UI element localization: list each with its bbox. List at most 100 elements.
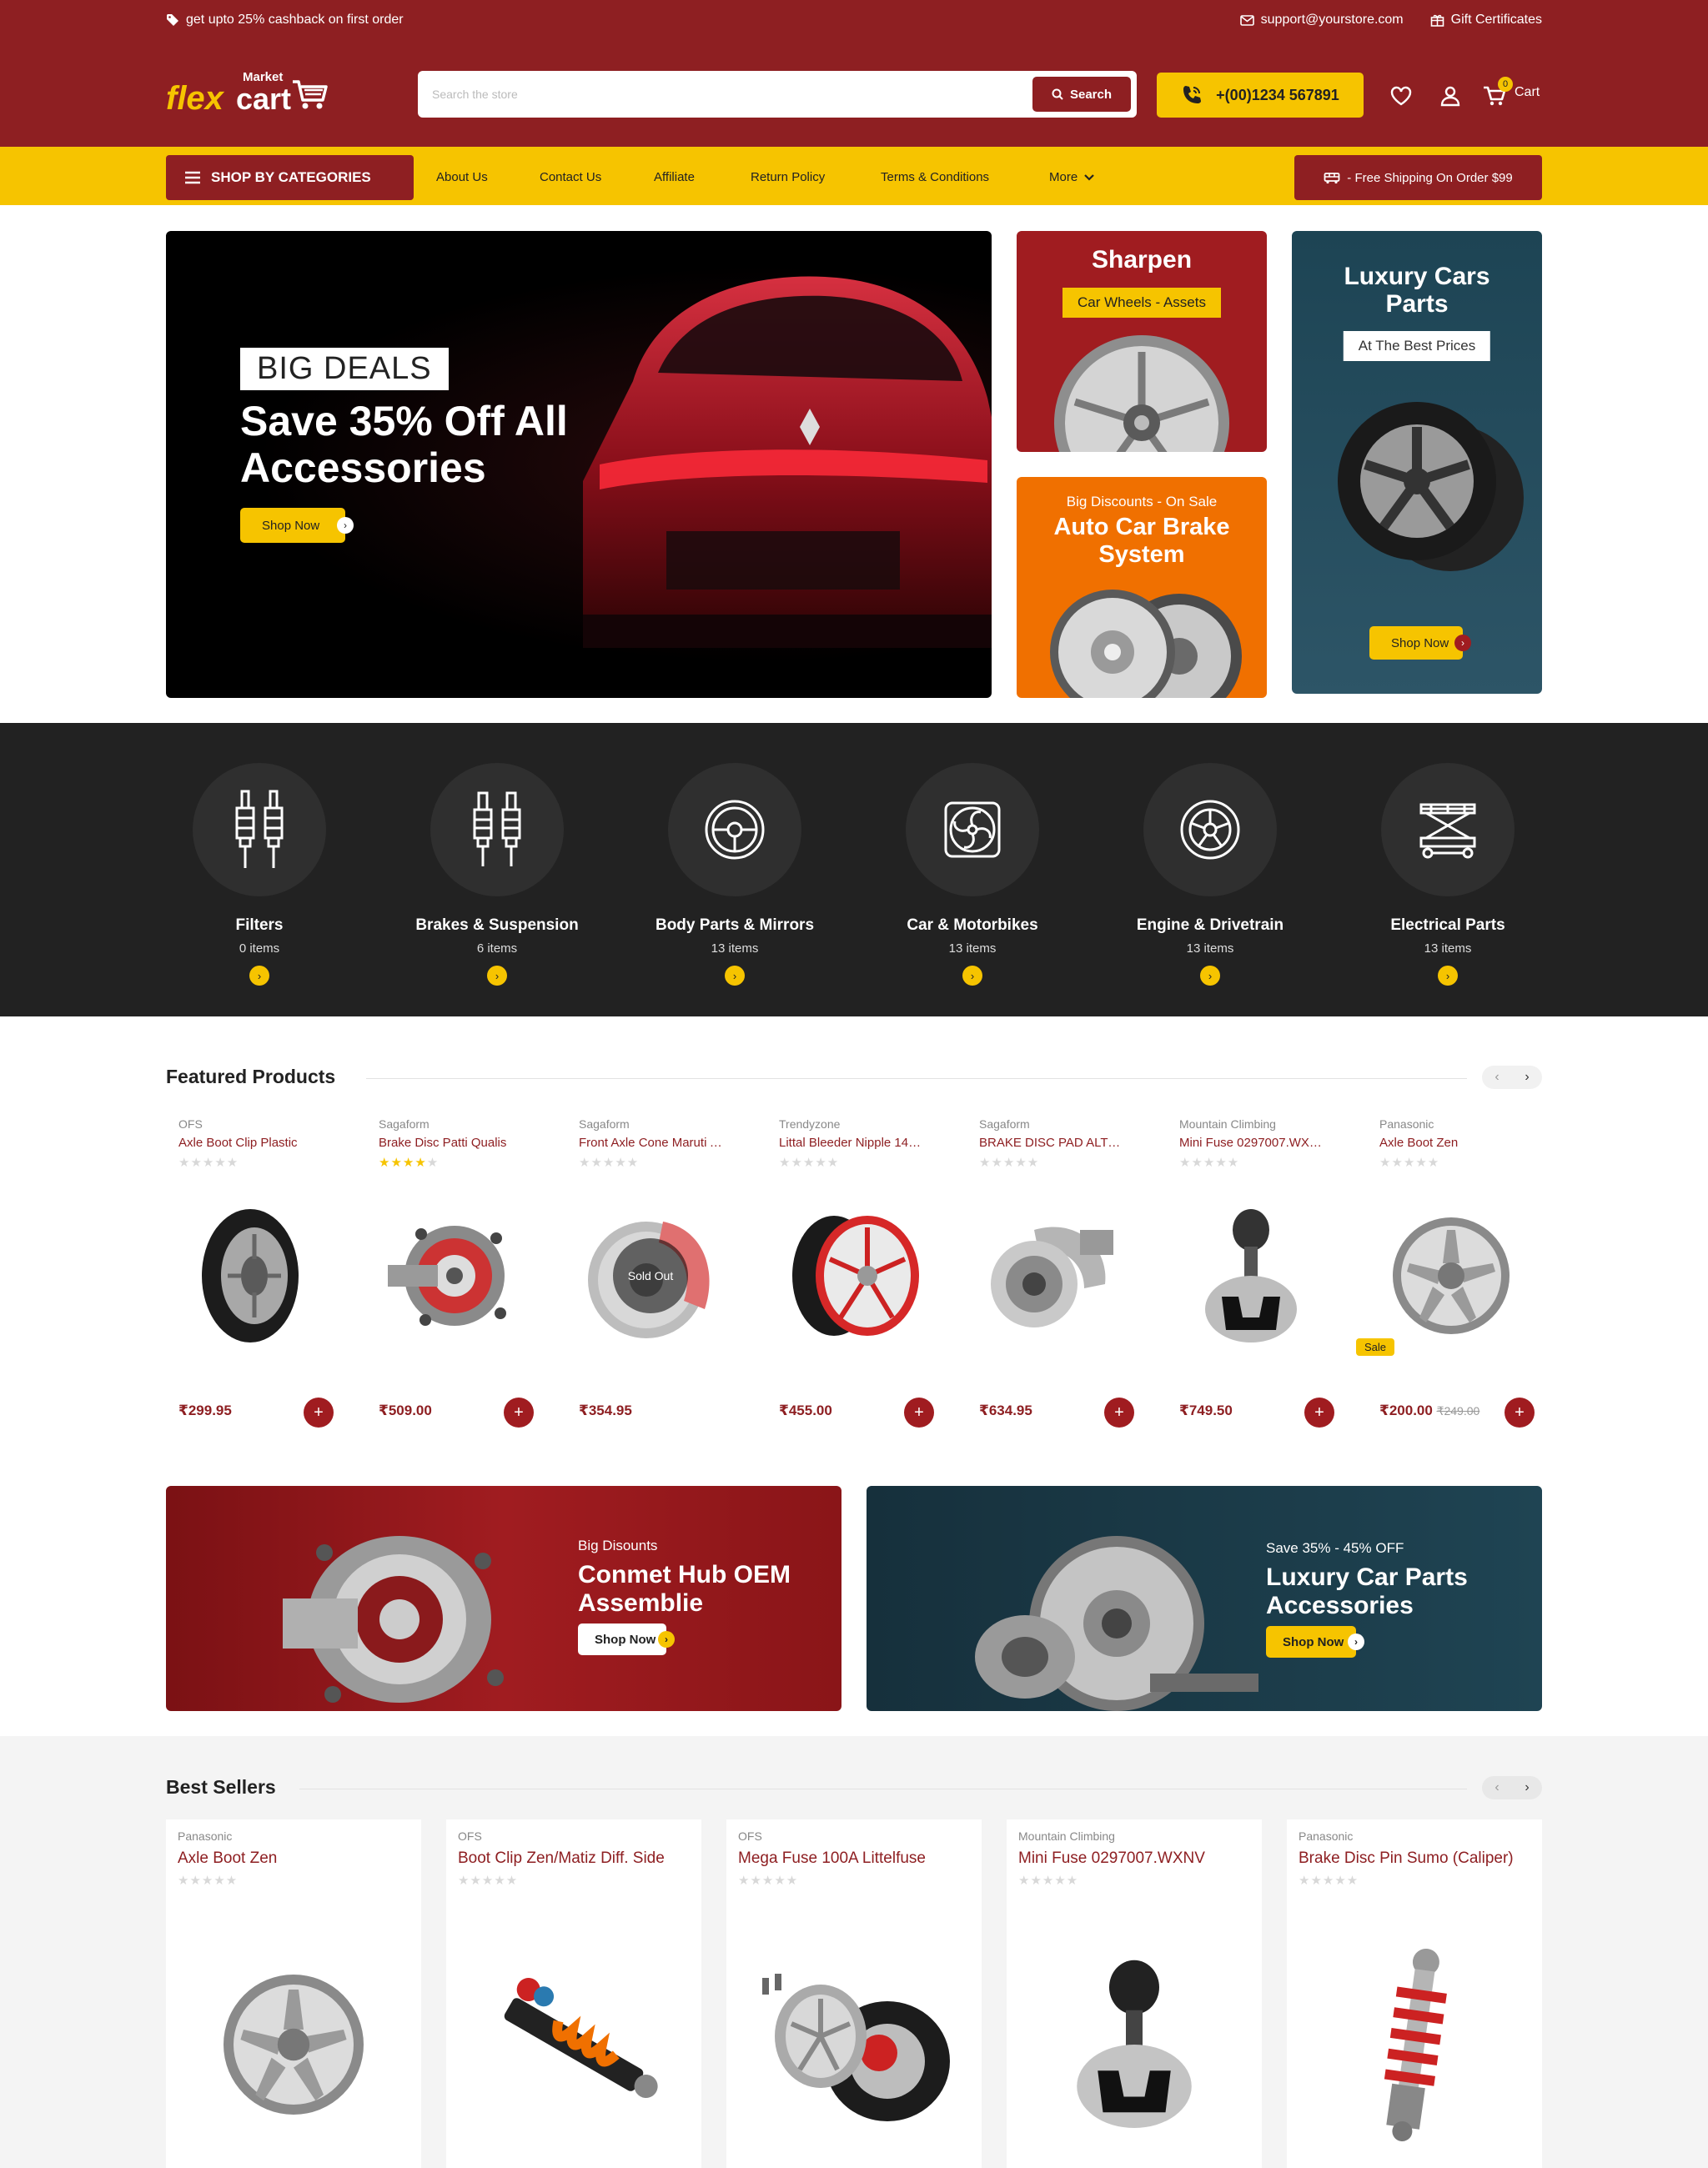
divider [366, 1078, 1467, 1079]
product-card[interactable]: Sagaform Brake Disc Patti Qualis ★★★★★ ₹… [367, 1117, 534, 1434]
product-name[interactable]: Littal Bleeder Nipple 14mm [779, 1136, 925, 1150]
product-card[interactable]: OFS Axle Boot Clip Plastic ★★★★★ ₹299.95… [167, 1117, 334, 1434]
product-image[interactable] [367, 1201, 534, 1351]
product-image[interactable] [967, 1201, 1134, 1351]
shop-by-categories-label: SHOP BY CATEGORIES [211, 169, 371, 185]
sharpen-chip: Car Wheels - Assets [1062, 288, 1221, 318]
add-to-cart-button[interactable]: + [304, 1398, 334, 1428]
nav-affiliate[interactable]: Affiliate [654, 170, 695, 184]
chevron-left-icon[interactable]: ‹ [1494, 1780, 1499, 1795]
free-shipping-notice[interactable]: - Free Shipping On Order $99 [1294, 155, 1542, 200]
arrow-right-icon[interactable]: › [962, 966, 982, 986]
chevron-right-icon[interactable]: › [1525, 1070, 1529, 1085]
best-seller-card[interactable]: OFS Mega Fuse 100A Littelfuse ★★★★★ [726, 1819, 982, 2168]
product-card[interactable]: Mountain Climbing Mini Fuse 0297007.WXNV… [1168, 1117, 1334, 1434]
account-user-icon[interactable] [1438, 83, 1463, 108]
luxury-parts-shop-now-button[interactable]: Shop Now › [1369, 626, 1471, 660]
promo-banner-hub[interactable]: Big Disounts Conmet Hub OEM Assemblie Sh… [166, 1486, 841, 1711]
hero-banner[interactable]: BIG DEALS Save 35% Off All Accessories S… [166, 231, 992, 698]
add-to-cart-button[interactable]: + [904, 1398, 934, 1428]
product-name[interactable]: Axle Boot Zen [178, 1849, 411, 1868]
nav-more-dropdown[interactable]: More [1049, 170, 1094, 184]
product-brand: Sagaform [379, 1117, 430, 1131]
search-button-label: Search [1069, 87, 1113, 102]
nav-contact-us[interactable]: Contact Us [540, 170, 601, 184]
product-name[interactable]: Boot Clip Zen/Matiz Diff. Side [458, 1849, 691, 1868]
search-button[interactable]: Search [1032, 77, 1131, 112]
product-name[interactable]: Mini Fuse 0297007.WXNV [1179, 1136, 1325, 1150]
product-image[interactable] [1168, 1201, 1334, 1351]
category-brakes-suspension[interactable]: Brakes & Suspension 6 items › [405, 763, 589, 986]
product-image[interactable] [726, 1945, 982, 2145]
product-name[interactable]: Axle Boot Clip Plastic [178, 1136, 324, 1150]
arrow-right-icon[interactable]: › [249, 966, 269, 986]
auto-brake-banner[interactable]: Big Discounts - On Sale Auto Car Brake S… [1017, 477, 1267, 698]
add-to-cart-button[interactable]: + [1505, 1398, 1535, 1428]
shop-by-categories-button[interactable]: SHOP BY CATEGORIES [166, 155, 414, 200]
product-image[interactable] [1287, 1945, 1542, 2145]
product-name[interactable]: Mega Fuse 100A Littelfuse [738, 1849, 972, 1868]
promo1-shop-now-button[interactable]: Shop Now › [578, 1623, 675, 1655]
wishlist-heart-icon[interactable] [1389, 83, 1414, 108]
arrow-right-icon[interactable]: › [487, 966, 507, 986]
chevron-left-icon[interactable]: ‹ [1494, 1070, 1499, 1085]
nav-return-policy[interactable]: Return Policy [751, 170, 825, 184]
add-to-cart-button[interactable]: + [1104, 1398, 1134, 1428]
product-image[interactable] [767, 1201, 934, 1351]
best-seller-card[interactable]: Panasonic Brake Disc Pin Sumo (Caliper) … [1287, 1819, 1542, 2168]
category-filters[interactable]: Filters 0 items › [168, 763, 351, 986]
category-body-parts-mirrors[interactable]: Body Parts & Mirrors 13 items › [643, 763, 826, 986]
phone-icon [1183, 86, 1202, 103]
product-image[interactable]: Sale [1356, 1201, 1535, 1356]
product-brand: OFS [178, 1117, 203, 1131]
best-seller-card[interactable]: Mountain Climbing Mini Fuse 0297007.WXNV… [1007, 1819, 1262, 2168]
nav-about-us[interactable]: About Us [436, 170, 488, 184]
product-name[interactable]: Axle Boot Zen [1379, 1136, 1525, 1150]
rating-stars: ★★★★★ [1299, 1874, 1359, 1888]
arrow-right-icon[interactable]: › [725, 966, 745, 986]
product-card[interactable]: Sagaform BRAKE DISC PAD ALTO/800 ★★★★★ ₹… [967, 1117, 1134, 1434]
gift-certificates-link[interactable]: Gift Certificates [1430, 13, 1542, 28]
search-input[interactable] [420, 73, 1032, 115]
best-seller-card[interactable]: Panasonic Axle Boot Zen ★★★★★ [166, 1819, 421, 2168]
nav-terms-conditions[interactable]: Terms & Conditions [881, 170, 989, 184]
product-name[interactable]: BRAKE DISC PAD ALTO/800 [979, 1136, 1125, 1150]
product-image[interactable] [166, 1945, 421, 2145]
sharpen-banner[interactable]: Sharpen Car Wheels - Assets [1017, 231, 1267, 452]
promo2-shop-now-button[interactable]: Shop Now › [1266, 1626, 1364, 1658]
product-image[interactable] [1007, 1945, 1262, 2145]
rating-stars: ★★★★★ [979, 1156, 1040, 1170]
cart-label[interactable]: Cart [1515, 85, 1540, 100]
product-image[interactable] [167, 1201, 334, 1351]
best-seller-card[interactable]: OFS Boot Clip Zen/Matiz Diff. Side ★★★★★ [446, 1819, 701, 2168]
product-image[interactable]: Sold Out [567, 1201, 734, 1351]
category-electrical-parts[interactable]: Electrical Parts 13 items › [1356, 763, 1540, 986]
promo-banner-luxury[interactable]: Save 35% - 45% OFF Luxury Car Parts Acce… [867, 1486, 1542, 1711]
product-name[interactable]: Mini Fuse 0297007.WXNV [1018, 1849, 1252, 1868]
arrow-right-icon[interactable]: › [1438, 966, 1458, 986]
arrow-right-icon[interactable]: › [1200, 966, 1220, 986]
product-card[interactable]: Trendyzone Littal Bleeder Nipple 14mm ★★… [767, 1117, 934, 1434]
rating-stars: ★★★★★ [178, 1874, 239, 1888]
sold-out-badge: Sold Out [613, 1238, 688, 1313]
add-to-cart-button[interactable]: + [1304, 1398, 1334, 1428]
product-name[interactable]: Brake Disc Pin Sumo (Caliper) [1299, 1849, 1532, 1868]
phone-contact-button[interactable]: +(00)1234 567891 [1157, 73, 1364, 118]
category-name: Car & Motorbikes [907, 916, 1038, 934]
category-car-motorbikes[interactable]: Car & Motorbikes 13 items › [881, 763, 1064, 986]
logo[interactable]: Market flex cart [166, 70, 333, 123]
hero-shop-now-button[interactable]: Shop Now › [240, 508, 354, 543]
add-to-cart-button[interactable]: + [504, 1398, 534, 1428]
support-email-link[interactable]: support@yourstore.com [1239, 13, 1404, 28]
product-card[interactable]: Sagaform Front Axle Cone Maruti Alto ★★★… [567, 1117, 734, 1434]
product-brand: Trendyzone [779, 1117, 841, 1131]
product-name[interactable]: Brake Disc Patti Qualis [379, 1136, 525, 1150]
product-name[interactable]: Front Axle Cone Maruti Alto [579, 1136, 725, 1150]
luxury-parts-banner[interactable]: Luxury Cars Parts At The Best Prices Sho… [1292, 231, 1542, 694]
product-card[interactable]: Panasonic Axle Boot Zen ★★★★★ Sale ₹200.… [1356, 1117, 1535, 1434]
chevron-right-icon[interactable]: › [1525, 1780, 1529, 1795]
product-image[interactable] [446, 1945, 701, 2145]
spark-plug-icon [473, 791, 521, 866]
category-engine-drivetrain[interactable]: Engine & Drivetrain 13 items › [1118, 763, 1302, 986]
price-value: ₹200.00 [1379, 1403, 1433, 1418]
